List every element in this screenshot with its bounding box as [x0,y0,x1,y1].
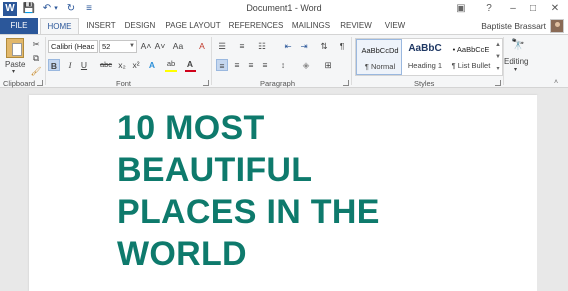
copy-icon[interactable]: ⧉ [30,52,42,64]
maximize-button[interactable]: □ [524,1,542,16]
strikethrough-button[interactable]: abc [98,59,114,71]
tab-home[interactable]: HOME [40,18,79,35]
ribbon-display-options-icon[interactable]: ▣ [452,1,470,16]
show-formatting-marks-button[interactable]: ¶ [336,40,348,52]
shading-icon[interactable]: ◈ [300,59,312,71]
italic-button[interactable]: I [64,59,76,71]
clipboard-group-label: Clipboard [3,79,36,88]
style-list-bullet-name: ¶ List Bullet [451,61,491,70]
align-left-icon[interactable]: ≡ [216,59,228,71]
font-family-combo[interactable]: Calibri (Heac [48,40,98,53]
font-dialog-launcher[interactable] [203,80,209,86]
title-bar: W 💾 ↶ ▾ ↻ ≡ Document1 - Word ? ▣ – □ ✕ [0,0,568,18]
chevron-down-icon: ▼ [129,43,135,49]
tab-review[interactable]: REVIEW [338,18,374,34]
change-case-icon[interactable]: Aa [170,40,186,52]
tab-page-layout[interactable]: PAGE LAYOUT [162,18,224,34]
sort-icon[interactable]: ⇅ [318,40,330,52]
align-center-icon[interactable]: ≡ [231,59,243,71]
ribbon-home: Paste ▾ ✂ ⧉ 🖌 Clipboard Calibri (Heac 52… [0,34,568,88]
highlight-color-swatch [165,70,177,72]
paragraph-group-label: Paragraph [260,79,296,88]
font-color-swatch [185,70,196,72]
vertical-scroll-area[interactable] [537,95,568,291]
tab-insert[interactable]: INSERT [82,18,120,34]
collapse-ribbon-icon[interactable]: ˄ [554,79,558,86]
paste-button[interactable]: Paste [5,60,25,69]
style-normal-name: ¶ Normal [364,62,396,71]
heading-line: 10 MOST [117,109,265,147]
close-button[interactable]: ✕ [546,1,564,16]
clipboard-dialog-launcher[interactable] [37,80,43,86]
paragraph-dialog-launcher[interactable] [343,80,349,86]
styles-group-label: Styles [414,79,435,88]
document-page[interactable]: 10 MOST BEAUTIFUL PLACES IN THE WORLD [29,95,537,291]
font-color-button[interactable]: A [184,58,196,70]
document-heading[interactable]: 10 MOST BEAUTIFUL PLACES IN THE WORLD [117,107,437,275]
tab-view[interactable]: VIEW [380,18,410,34]
font-size-value: 52 [102,42,111,51]
styles-dialog-launcher[interactable] [495,80,501,86]
chevron-down-icon: ▾ [514,67,518,73]
help-button[interactable]: ? [480,1,498,16]
font-size-combo[interactable]: 52 ▼ [99,40,137,53]
decrease-indent-icon[interactable]: ⇤ [282,40,294,52]
tab-design[interactable]: DESIGN [122,18,158,34]
font-group-label: Font [116,79,132,88]
superscript-button[interactable]: x² [130,59,142,71]
paste-dropdown-icon[interactable]: ▾ [12,68,15,75]
borders-icon[interactable]: ⊞ [322,59,334,71]
bold-button[interactable]: B [48,59,60,71]
style-normal[interactable]: AaBbCcDd ¶ Normal [356,39,402,75]
user-avatar[interactable] [550,19,564,33]
text-effects-icon[interactable]: A [146,59,158,71]
style-normal-preview: AaBbCcDd [361,46,399,55]
line-spacing-icon[interactable]: ↕ [277,59,289,71]
font-family-value: Calibri (Heac [51,42,95,51]
numbering-icon[interactable]: ≡ [236,40,248,52]
editing-button[interactable]: Editing [504,57,528,66]
ribbon-tabs: FILE HOME INSERT DESIGN PAGE LAYOUT REFE… [0,18,568,35]
format-painter-icon[interactable]: 🖌 [30,65,42,77]
style-heading-1[interactable]: AaBbC Heading 1 [402,39,448,75]
cut-icon[interactable]: ✂ [30,38,42,50]
highlight-color-button[interactable]: ab [164,58,178,70]
bullets-icon[interactable]: ☰ [216,40,228,52]
tab-references[interactable]: REFERENCES [228,18,284,34]
styles-scroll[interactable]: ▲ ▼ ▾ [494,38,503,76]
grow-font-icon[interactable]: A˄ [140,40,152,52]
minimize-button[interactable]: – [504,1,522,16]
style-list-bullet-preview: • AaBbCcE [452,45,490,54]
underline-button[interactable]: U [78,59,90,71]
align-right-icon[interactable]: ≡ [245,59,257,71]
shrink-font-icon[interactable]: A˅ [154,40,166,52]
style-list-bullet[interactable]: • AaBbCcE ¶ List Bullet [448,39,494,75]
paste-icon[interactable] [6,38,24,58]
style-heading-1-name: Heading 1 [407,61,443,70]
clear-formatting-icon[interactable]: A [196,40,208,52]
multilevel-list-icon[interactable]: ☷ [256,40,268,52]
user-name[interactable]: Baptiste Brassart [481,21,546,31]
subscript-button[interactable]: x₂ [116,59,128,71]
justify-icon[interactable]: ≡ [259,59,271,71]
heading-line: WORLD [117,235,247,273]
increase-indent-icon[interactable]: ⇥ [298,40,310,52]
binoculars-icon: 🔭 [511,39,525,51]
heading-line: PLACES IN THE [117,193,380,231]
tab-file[interactable]: FILE [0,18,38,34]
tab-mailings[interactable]: MAILINGS [288,18,334,34]
style-heading-1-preview: AaBbC [408,43,442,54]
heading-line: BEAUTIFUL [117,151,313,189]
